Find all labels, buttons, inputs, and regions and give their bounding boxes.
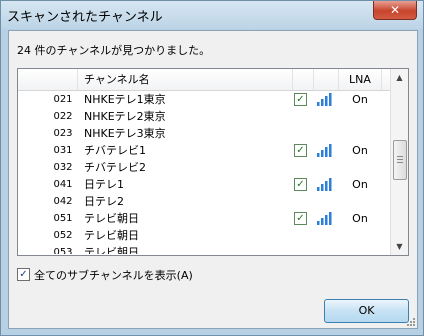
dialog-window: スキャンされたチャンネル ✕ 24 件のチャンネルが見つかりました。 チャンネル… [0, 0, 424, 336]
channel-name: テレビ朝日 [84, 229, 139, 242]
channel-enabled-checkbox[interactable]: ✓ [294, 93, 307, 106]
show-subchannels-checkbox[interactable]: ✓ [17, 268, 30, 281]
resize-grip-icon[interactable] [406, 317, 416, 327]
lna-status: On [352, 144, 368, 157]
table-row[interactable]: 041 日テレ1 ✓ On [18, 176, 390, 193]
channel-number: 021 [53, 94, 73, 105]
table-row[interactable]: 022 NHKEテレ2東京 [18, 108, 390, 125]
channel-number: 023 [53, 128, 73, 139]
channel-number: 051 [53, 213, 73, 224]
channel-name: テレビ朝日 [84, 212, 139, 225]
result-count-text: 24 件のチャンネルが見つかりました。 [17, 44, 211, 57]
signal-strength-icon [317, 144, 332, 157]
list-header: チャンネル名 LNA [18, 69, 390, 91]
scroll-thumb[interactable] [393, 140, 407, 180]
table-row[interactable]: 052 テレビ朝日 [18, 227, 390, 244]
table-row[interactable]: 051 テレビ朝日 ✓ On [18, 210, 390, 227]
column-header-number[interactable] [18, 69, 78, 90]
show-subchannels-label[interactable]: 全てのサブチャンネルを表示(A) [34, 267, 193, 283]
channel-number: 052 [53, 230, 73, 241]
channel-name: 日テレ1 [84, 178, 124, 191]
window-title: スキャンされたチャンネル [7, 10, 163, 25]
channel-number: 022 [53, 111, 73, 122]
ok-button[interactable]: OK [324, 299, 409, 323]
channel-number: 041 [53, 179, 73, 190]
close-button[interactable]: ✕ [373, 1, 417, 20]
signal-strength-icon [317, 178, 332, 191]
vertical-scrollbar[interactable]: ▲ ▼ [390, 69, 408, 255]
column-header-channel-name-label: チャンネル名 [84, 73, 150, 86]
column-header-lna-label: LNA [349, 73, 371, 86]
channel-name: NHKEテレ1東京 [84, 93, 166, 106]
signal-strength-icon [317, 93, 332, 106]
signal-strength-icon [317, 212, 332, 225]
column-header-signal[interactable] [314, 69, 339, 90]
title-bar[interactable]: スキャンされたチャンネル ✕ [1, 1, 423, 29]
channel-enabled-checkbox[interactable]: ✓ [294, 212, 307, 225]
channel-name: チバテレビ1 [84, 144, 146, 157]
column-header-check[interactable] [293, 69, 314, 90]
column-header-channel-name[interactable]: チャンネル名 [78, 69, 293, 90]
channel-enabled-checkbox[interactable]: ✓ [294, 144, 307, 157]
channel-name: NHKEテレ3東京 [84, 127, 166, 140]
lna-status: On [352, 93, 368, 106]
table-row[interactable]: 031 チバテレビ1 ✓ On [18, 142, 390, 159]
dialog-content: 24 件のチャンネルが見つかりました。 チャンネル名 LNA 021 NHKEテレ… [8, 30, 418, 329]
table-row[interactable]: 021 NHKEテレ1東京 ✓ On [18, 91, 390, 108]
channel-number: 032 [53, 162, 73, 173]
channel-number: 031 [53, 145, 73, 156]
channel-rows: 021 NHKEテレ1東京 ✓ On 022 NHKEテレ2東京 023 NHKEテレ3東京 0… [18, 91, 390, 254]
channel-number: 042 [53, 196, 73, 207]
channel-name: チバテレビ2 [84, 161, 146, 174]
table-row[interactable]: 053 テレビ朝日 [18, 244, 390, 254]
scroll-down-arrow-icon[interactable]: ▼ [391, 238, 408, 255]
channel-enabled-checkbox[interactable]: ✓ [294, 178, 307, 191]
channel-name: NHKEテレ2東京 [84, 110, 166, 123]
lna-status: On [352, 178, 368, 191]
channel-name: テレビ朝日 [84, 246, 139, 254]
column-header-lna[interactable]: LNA [339, 69, 382, 90]
table-row[interactable]: 042 日テレ2 [18, 193, 390, 210]
channel-list: チャンネル名 LNA 021 NHKEテレ1東京 ✓ On 022 NHKEテレ2東京 02… [17, 68, 409, 256]
table-row[interactable]: 032 チバテレビ2 [18, 159, 390, 176]
lna-status: On [352, 212, 368, 225]
channel-number: 053 [53, 247, 73, 254]
channel-name: 日テレ2 [84, 195, 124, 208]
table-row[interactable]: 023 NHKEテレ3東京 [18, 125, 390, 142]
scroll-up-arrow-icon[interactable]: ▲ [391, 69, 408, 86]
